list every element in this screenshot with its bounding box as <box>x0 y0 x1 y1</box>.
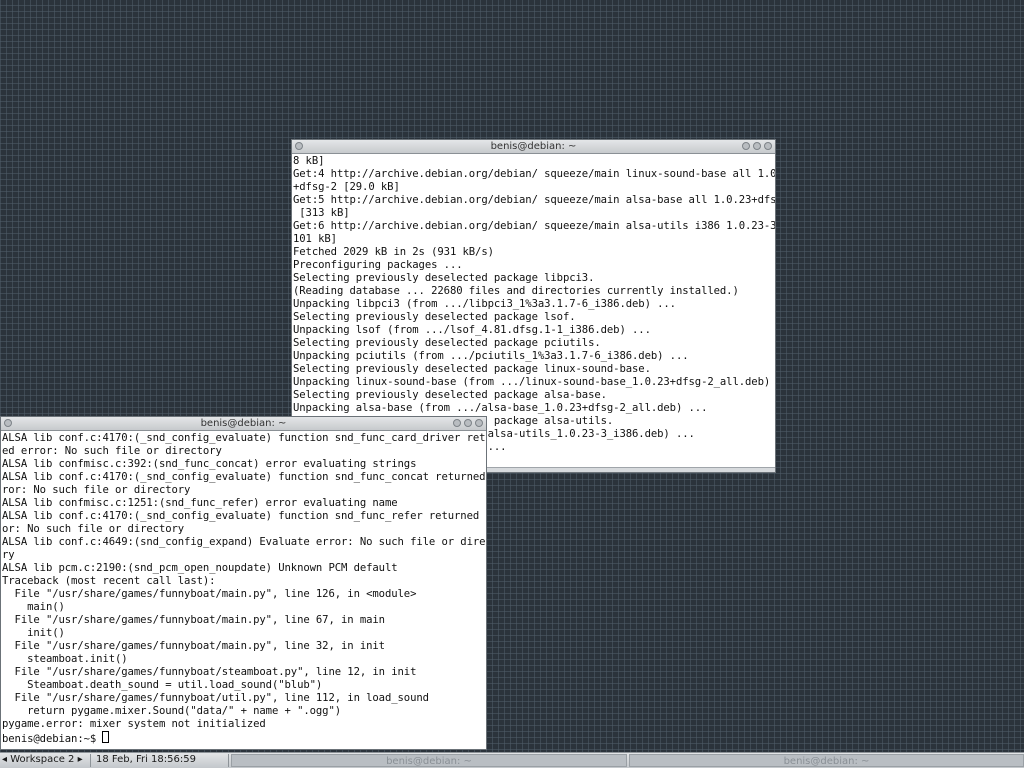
window-menu-icon[interactable] <box>295 142 303 150</box>
terminal-line: Unpacking linux-sound-base (from .../lin… <box>293 376 776 388</box>
terminal-line: File "/usr/share/games/funnyboat/util.py… <box>2 692 429 704</box>
terminal-line: File "/usr/share/games/funnyboat/steambo… <box>2 666 417 678</box>
terminal-line: ALSA lib confmisc.c:1251:(snd_func_refer… <box>2 497 398 509</box>
shell-prompt: benis@debian:~$ <box>2 733 103 745</box>
terminal-window-bottom[interactable]: benis@debian: ~ ALSA lib conf.c:4170:(_s… <box>0 416 487 750</box>
clock: 18 Feb, Fri 18:56:59 <box>96 754 196 765</box>
terminal-line: Selecting previously deselected package … <box>293 389 607 401</box>
taskbar: ◂ Workspace 2 ▸ 18 Feb, Fri 18:56:59 ben… <box>0 752 1024 768</box>
window-menu-icon[interactable] <box>4 419 12 427</box>
terminal-line: ror: No such file or directory <box>2 484 191 496</box>
workspace-switcher[interactable]: ◂ Workspace 2 ▸ <box>0 753 90 768</box>
taskbar-separator <box>90 754 91 767</box>
terminal-line: Preconfiguring packages ... <box>293 259 463 271</box>
terminal-line: Traceback (most recent call last): <box>2 575 216 587</box>
terminal-line: File "/usr/share/games/funnyboat/main.py… <box>2 614 386 626</box>
terminal-line: pygame.error: mixer system not initializ… <box>2 718 266 730</box>
terminal-line: ALSA lib conf.c:4170:(_snd_config_evalua… <box>2 471 487 483</box>
terminal-line: 101 kB] <box>293 233 337 245</box>
terminal-line: ALSA lib conf.c:4170:(_snd_config_evalua… <box>2 432 487 444</box>
terminal-line: (Reading database ... 22680 files and di… <box>293 285 739 297</box>
taskbar-task-terminal[interactable]: benis@debian: ~ <box>629 754 1024 767</box>
terminal-output[interactable]: ALSA lib conf.c:4170:(_snd_config_evalua… <box>1 431 487 745</box>
terminal-line: Unpacking pciutils (from .../pciutils_1%… <box>293 350 689 362</box>
terminal-line: Unpacking libpci3 (from .../libpci3_1%3a… <box>293 298 676 310</box>
terminal-line: init() <box>2 627 65 639</box>
terminal-line: ALSA lib confmisc.c:392:(snd_func_concat… <box>2 458 417 470</box>
close-icon[interactable] <box>764 142 772 150</box>
terminal-prompt-line[interactable]: benis@debian:~$ <box>2 731 486 745</box>
terminal-line: main() <box>2 601 65 613</box>
terminal-line: Selecting previously deselected package … <box>293 337 601 349</box>
window-titlebar[interactable]: benis@debian: ~ <box>292 140 775 154</box>
terminal-line: ALSA lib conf.c:4649:(snd_config_expand)… <box>2 536 487 548</box>
terminal-line: Fetched 2029 kB in 2s (931 kB/s) <box>293 246 494 258</box>
window-title: benis@debian: ~ <box>200 418 287 429</box>
terminal-line: ry <box>2 549 15 561</box>
window-title: benis@debian: ~ <box>490 141 577 152</box>
terminal-line: ed error: No such file or directory <box>2 445 222 457</box>
terminal-line: Get:4 http://archive.debian.org/debian/ … <box>293 168 776 180</box>
terminal-line: steamboat.init() <box>2 653 128 665</box>
text-cursor <box>102 731 110 743</box>
taskbar-task-terminal[interactable]: benis@debian: ~ <box>231 754 627 767</box>
terminal-line: File "/usr/share/games/funnyboat/main.py… <box>2 588 417 600</box>
terminal-line: ALSA lib pcm.c:2190:(snd_pcm_open_noupda… <box>2 562 398 574</box>
terminal-line: ALSA lib conf.c:4170:(_snd_config_evalua… <box>2 510 487 522</box>
terminal-line: Selecting previously deselected package … <box>293 311 576 323</box>
terminal-line: Selecting previously deselected package … <box>293 363 651 375</box>
taskbar-separator <box>228 754 229 767</box>
maximize-icon[interactable] <box>464 419 472 427</box>
minimize-icon[interactable] <box>742 142 750 150</box>
terminal-line: +dfsg-2 [29.0 kB] <box>293 181 400 193</box>
close-icon[interactable] <box>475 419 483 427</box>
terminal-line: or: No such file or directory <box>2 523 185 535</box>
minimize-icon[interactable] <box>453 419 461 427</box>
terminal-line: return pygame.mixer.Sound("data/" + name… <box>2 705 342 717</box>
terminal-line: File "/usr/share/games/funnyboat/main.py… <box>2 640 386 652</box>
terminal-line: Selecting previously deselected package … <box>293 272 595 284</box>
maximize-icon[interactable] <box>753 142 761 150</box>
window-titlebar[interactable]: benis@debian: ~ <box>1 417 486 431</box>
terminal-line: Unpacking lsof (from .../lsof_4.81.dfsg.… <box>293 324 651 336</box>
terminal-line: Steamboat.death_sound = util.load_sound(… <box>2 679 323 691</box>
terminal-line: Get:5 http://archive.debian.org/debian/ … <box>293 194 776 206</box>
terminal-line: [313 kB] <box>293 207 350 219</box>
terminal-line: Get:6 http://archive.debian.org/debian/ … <box>293 220 776 232</box>
terminal-line: 8 kB] <box>293 155 325 167</box>
terminal-line: Unpacking alsa-base (from .../alsa-base_… <box>293 402 708 414</box>
